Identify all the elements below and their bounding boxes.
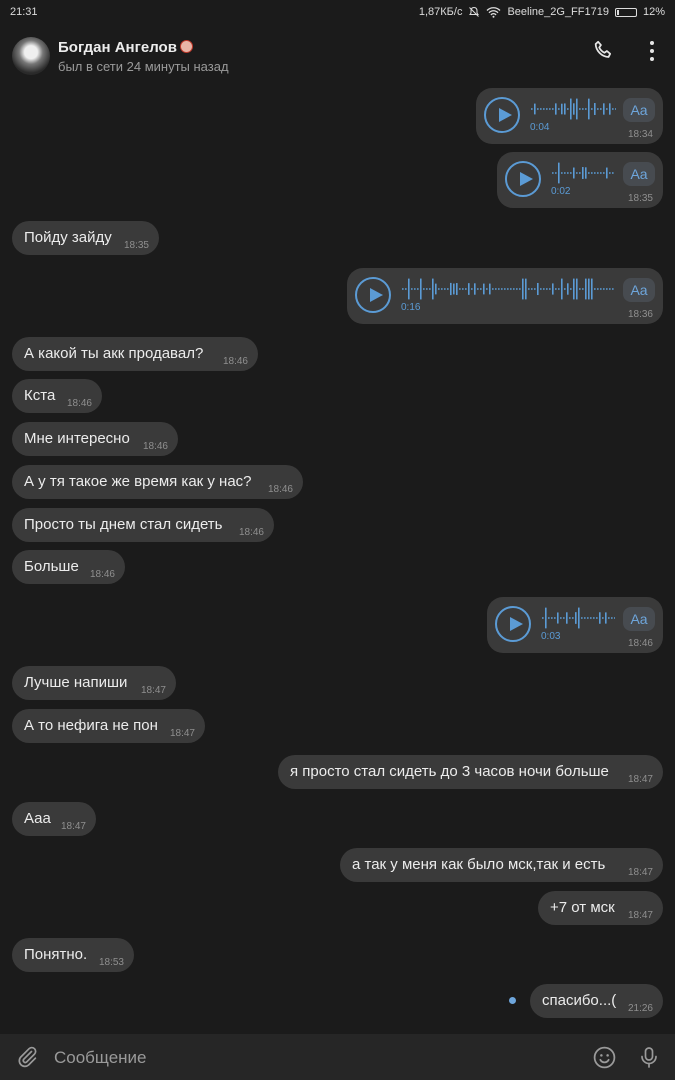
contact-name[interactable]: Богдан Ангелов — [58, 39, 193, 56]
unread-indicator-icon — [509, 997, 516, 1004]
message-text: Лучше напиши — [24, 674, 128, 691]
voice-duration: 0:02 — [551, 186, 571, 197]
voice-duration: 0:04 — [530, 122, 550, 133]
message-time: 18:47 — [627, 867, 653, 878]
message-composer: Сообщение — [0, 1034, 675, 1080]
message-text: а так у меня как было мск,так и есть — [352, 856, 606, 873]
voice-duration: 0:03 — [541, 631, 561, 642]
message-time: 18:35 — [123, 240, 149, 251]
contact-name-text: Богдан Ангелов — [58, 39, 177, 56]
message-text: Просто ты днем стал сидеть — [24, 516, 223, 533]
message-text: А у тя такое же время как у нас? — [24, 473, 252, 490]
network-speed: 1,87КБ/с — [418, 6, 463, 18]
message-time: 18:47 — [627, 910, 653, 921]
message-time: 18:46 — [66, 398, 92, 409]
message-time: 18:47 — [169, 728, 195, 739]
chat-header: Богдан Ангелов был в сети 24 минуты наза… — [0, 24, 675, 88]
waveform[interactable] — [530, 98, 616, 120]
message-time: 18:36 — [627, 309, 653, 320]
message-input[interactable]: Сообщение — [54, 1048, 147, 1068]
outgoing-message[interactable]: а так у меня как было мск,так и есть 18:… — [340, 848, 663, 882]
avatar[interactable] — [12, 37, 50, 75]
battery-percent: 12% — [642, 6, 665, 18]
battery-icon — [614, 7, 637, 17]
message-text: Больше — [24, 558, 79, 575]
phone-icon[interactable] — [591, 38, 617, 64]
status-right: 1,87КБ/с Beeline_2G_FF1719 12% — [419, 6, 665, 18]
incoming-message[interactable]: Пойду зайду 18:35 — [12, 221, 159, 255]
message-text: Ааа — [24, 810, 51, 827]
message-time: 18:53 — [98, 957, 124, 968]
outgoing-message[interactable]: спасибо...( 21:26 — [530, 984, 663, 1018]
carrier-name: Beeline_2G_FF1719 — [507, 6, 609, 18]
message-time: 18:35 — [627, 193, 653, 204]
transcribe-button[interactable]: Aa — [623, 98, 655, 122]
clown-face-icon — [179, 40, 193, 53]
play-icon[interactable] — [495, 606, 531, 642]
more-options-icon[interactable] — [640, 38, 664, 64]
incoming-message[interactable]: А то нефига не пон 18:47 — [12, 709, 205, 743]
status-bar: 21:31 1,87КБ/с Beeline_2G_FF1719 12% — [0, 0, 675, 24]
paperclip-icon[interactable] — [15, 1045, 39, 1069]
message-time: 21:26 — [627, 1003, 653, 1014]
play-icon[interactable] — [355, 277, 391, 313]
incoming-message[interactable]: Кста 18:46 — [12, 379, 102, 413]
outgoing-message[interactable]: +7 от мск 18:47 — [538, 891, 663, 925]
message-text: А какой ты акк продавал? — [24, 345, 204, 362]
message-time: 18:47 — [627, 774, 653, 785]
message-text: Понятно. — [24, 946, 88, 963]
waveform[interactable] — [541, 607, 615, 629]
transcribe-button[interactable]: Aa — [623, 278, 655, 302]
transcribe-button[interactable]: Aa — [623, 607, 655, 631]
incoming-message[interactable]: А какой ты акк продавал? 18:46 — [12, 337, 258, 371]
message-time: 18:34 — [627, 129, 653, 140]
play-icon[interactable] — [484, 97, 520, 133]
incoming-message[interactable]: Лучше напиши 18:47 — [12, 666, 176, 700]
voice-message: 0:03 Aa 18:46 — [487, 597, 663, 653]
message-text: Мне интересно — [24, 430, 130, 447]
message-time: 18:46 — [89, 569, 115, 580]
voice-message: 0:16 Aa 18:36 — [347, 268, 663, 324]
transcribe-button[interactable]: Aa — [623, 162, 655, 186]
incoming-message[interactable]: Больше 18:46 — [12, 550, 125, 584]
message-text: А то нефига не пон — [24, 717, 158, 734]
voice-message: 0:04 Aa 18:34 — [476, 88, 663, 144]
incoming-message[interactable]: А у тя такое же время как у нас? 18:46 — [12, 465, 303, 499]
message-time: 18:46 — [627, 638, 653, 649]
message-text: Кста — [24, 387, 56, 404]
voice-duration: 0:16 — [401, 302, 421, 313]
waveform[interactable] — [401, 278, 615, 300]
message-time: 18:46 — [238, 527, 264, 538]
incoming-message[interactable]: Ааа 18:47 — [12, 802, 96, 836]
bell-muted-icon — [469, 6, 480, 17]
message-time: 18:46 — [267, 484, 293, 495]
message-time: 18:47 — [140, 685, 166, 696]
incoming-message[interactable]: Просто ты днем стал сидеть 18:46 — [12, 508, 274, 542]
message-text: +7 от мск — [550, 899, 615, 916]
voice-message: 0:02 Aa 18:35 — [497, 152, 663, 208]
message-text: Пойду зайду — [24, 229, 112, 246]
play-icon[interactable] — [505, 161, 541, 197]
message-time: 18:47 — [60, 821, 86, 832]
message-text: спасибо...( — [542, 992, 617, 1009]
emoji-icon[interactable] — [592, 1045, 617, 1070]
message-time: 18:46 — [142, 441, 168, 452]
message-text: я просто стал сидеть до 3 часов ночи бол… — [290, 763, 609, 780]
waveform[interactable] — [551, 162, 615, 184]
incoming-message[interactable]: Понятно. 18:53 — [12, 938, 134, 972]
message-time: 18:46 — [222, 356, 248, 367]
incoming-message[interactable]: Мне интересно 18:46 — [12, 422, 178, 456]
status-time: 21:31 — [10, 6, 38, 18]
wifi-icon — [486, 7, 501, 18]
last-seen-status: был в сети 24 минуты назад — [58, 59, 229, 74]
microphone-icon[interactable] — [637, 1045, 661, 1070]
outgoing-message[interactable]: я просто стал сидеть до 3 часов ночи бол… — [278, 755, 663, 789]
